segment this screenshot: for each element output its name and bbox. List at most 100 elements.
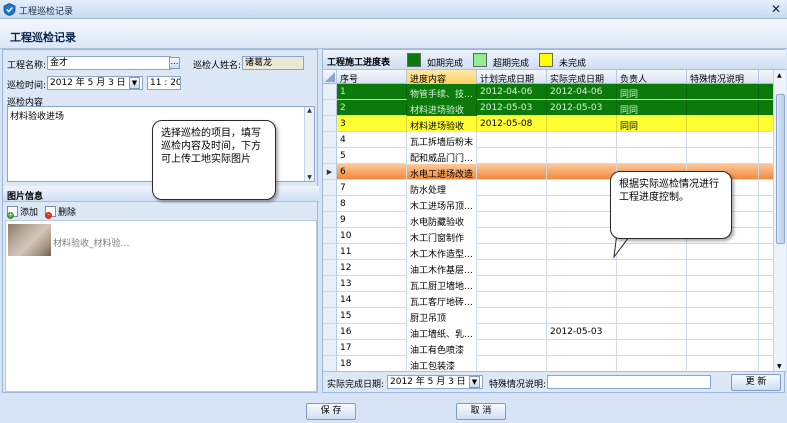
cell-no[interactable]: 14 bbox=[337, 292, 407, 308]
cell-no[interactable]: 2 bbox=[337, 100, 407, 116]
content-scrollbar[interactable]: ▲ ▼ bbox=[304, 107, 314, 181]
row-indicator[interactable] bbox=[323, 340, 337, 356]
cell-owner[interactable] bbox=[617, 148, 687, 164]
cell-actual[interactable] bbox=[547, 164, 617, 180]
cell-owner[interactable] bbox=[617, 356, 687, 371]
cell-planned[interactable] bbox=[477, 244, 547, 260]
table-row[interactable]: 3 材料进场验收 2012-05-08 同同 bbox=[337, 116, 773, 132]
cell-actual[interactable] bbox=[547, 196, 617, 212]
picture-thumbnail[interactable] bbox=[8, 224, 51, 256]
cell-content[interactable]: 木工门窗制作 bbox=[407, 228, 477, 244]
table-row[interactable]: 4 瓦工拆墙后粉末 bbox=[337, 132, 773, 148]
row-indicator[interactable] bbox=[323, 180, 337, 196]
cell-no[interactable]: 17 bbox=[337, 340, 407, 356]
cell-note[interactable] bbox=[687, 84, 759, 100]
cell-content[interactable]: 防水处理 bbox=[407, 180, 477, 196]
row-indicator[interactable] bbox=[323, 276, 337, 292]
row-indicator[interactable] bbox=[323, 196, 337, 212]
row-indicator[interactable] bbox=[323, 132, 337, 148]
table-row[interactable]: 18 油工包装漆 bbox=[337, 356, 773, 371]
row-indicator[interactable] bbox=[323, 116, 337, 132]
cell-planned[interactable] bbox=[477, 292, 547, 308]
table-row[interactable]: 11 木工木作造型… bbox=[337, 244, 773, 260]
cell-note[interactable] bbox=[687, 340, 759, 356]
cell-actual[interactable] bbox=[547, 308, 617, 324]
cell-actual[interactable] bbox=[547, 148, 617, 164]
cell-actual[interactable] bbox=[547, 132, 617, 148]
cell-planned[interactable] bbox=[477, 180, 547, 196]
cell-owner[interactable] bbox=[617, 340, 687, 356]
cell-content[interactable]: 油工木作基层… bbox=[407, 260, 477, 276]
cell-planned[interactable] bbox=[477, 132, 547, 148]
cell-actual[interactable] bbox=[547, 116, 617, 132]
cell-owner[interactable]: 同同 bbox=[617, 116, 687, 132]
cell-planned[interactable] bbox=[477, 196, 547, 212]
scroll-thumb[interactable] bbox=[776, 94, 785, 244]
cancel-button[interactable]: 取 消 bbox=[456, 403, 506, 420]
cell-no[interactable]: 9 bbox=[337, 212, 407, 228]
project-field[interactable]: 金才 bbox=[47, 56, 171, 70]
cell-actual[interactable] bbox=[547, 244, 617, 260]
cell-no[interactable]: 13 bbox=[337, 276, 407, 292]
table-row[interactable]: 12 油工木作基层… bbox=[337, 260, 773, 276]
cell-note[interactable] bbox=[687, 324, 759, 340]
row-indicator[interactable] bbox=[323, 292, 337, 308]
cell-actual[interactable] bbox=[547, 292, 617, 308]
row-indicator[interactable] bbox=[323, 324, 337, 340]
note-field[interactable] bbox=[547, 375, 711, 389]
cell-planned[interactable]: 2012-05-03 bbox=[477, 100, 547, 116]
cell-content[interactable]: 水电工进场改造 bbox=[407, 164, 477, 180]
cell-content[interactable]: 油工包装漆 bbox=[407, 356, 477, 371]
row-indicator[interactable]: ▶ bbox=[323, 164, 337, 180]
table-row[interactable]: 15 厨卫吊顶 bbox=[337, 308, 773, 324]
inspector-field[interactable]: 诸葛龙 bbox=[242, 56, 304, 70]
cell-actual[interactable] bbox=[547, 212, 617, 228]
cell-note[interactable] bbox=[687, 356, 759, 371]
table-row[interactable]: 5 配和威品门门… bbox=[337, 148, 773, 164]
cell-planned[interactable] bbox=[477, 148, 547, 164]
cell-owner[interactable] bbox=[617, 276, 687, 292]
cell-planned[interactable] bbox=[477, 276, 547, 292]
table-row[interactable]: 17 油工有色喷漆 bbox=[337, 340, 773, 356]
table-row[interactable]: 14 瓦工客厅地砖… bbox=[337, 292, 773, 308]
table-row[interactable]: 16 油工墙纸、乳… 2012-05-03 bbox=[337, 324, 773, 340]
col-header-note[interactable]: 特殊情况说明 bbox=[687, 70, 759, 85]
row-indicator[interactable] bbox=[323, 244, 337, 260]
cell-no[interactable]: 11 bbox=[337, 244, 407, 260]
project-picker-button[interactable]: … bbox=[169, 57, 180, 69]
cell-content[interactable]: 瓦工厨卫墙地… bbox=[407, 276, 477, 292]
cell-owner[interactable]: 同同 bbox=[617, 100, 687, 116]
scroll-up-icon[interactable]: ▲ bbox=[777, 72, 782, 79]
cell-note[interactable] bbox=[687, 100, 759, 116]
cell-planned[interactable] bbox=[477, 164, 547, 180]
row-indicator[interactable] bbox=[323, 84, 337, 100]
time-field[interactable]: 11 : 20 bbox=[147, 76, 181, 90]
close-icon[interactable]: ✕ bbox=[769, 2, 783, 16]
cell-planned[interactable] bbox=[477, 228, 547, 244]
cell-no[interactable]: 10 bbox=[337, 228, 407, 244]
cell-planned[interactable] bbox=[477, 356, 547, 371]
cell-planned[interactable] bbox=[477, 340, 547, 356]
save-button[interactable]: 保 存 bbox=[306, 403, 356, 420]
cell-no[interactable]: 18 bbox=[337, 356, 407, 371]
col-header-content[interactable]: 进度内容 bbox=[407, 70, 477, 85]
cell-no[interactable]: 5 bbox=[337, 148, 407, 164]
cell-owner[interactable] bbox=[617, 324, 687, 340]
cell-content[interactable]: 油工墙纸、乳… bbox=[407, 324, 477, 340]
delete-picture-button[interactable]: - 删除 bbox=[45, 205, 76, 219]
cell-content[interactable]: 配和威品门门… bbox=[407, 148, 477, 164]
row-indicator[interactable] bbox=[323, 228, 337, 244]
cell-no[interactable]: 1 bbox=[337, 84, 407, 100]
cell-content[interactable]: 厨卫吊顶 bbox=[407, 308, 477, 324]
cell-content[interactable]: 材料进场验收 bbox=[407, 116, 477, 132]
cell-actual[interactable]: 2012-05-03 bbox=[547, 324, 617, 340]
cell-actual[interactable] bbox=[547, 180, 617, 196]
cell-owner[interactable]: 同同 bbox=[617, 84, 687, 100]
scroll-down-icon[interactable]: ▼ bbox=[306, 174, 313, 181]
chevron-down-icon[interactable]: ▼ bbox=[469, 376, 480, 388]
row-indicator[interactable] bbox=[323, 308, 337, 324]
cell-content[interactable]: 瓦工客厅地砖… bbox=[407, 292, 477, 308]
scroll-up-icon[interactable]: ▲ bbox=[306, 107, 313, 114]
cell-actual[interactable] bbox=[547, 356, 617, 371]
col-header-actual[interactable]: 实际完成日期 bbox=[547, 70, 617, 85]
